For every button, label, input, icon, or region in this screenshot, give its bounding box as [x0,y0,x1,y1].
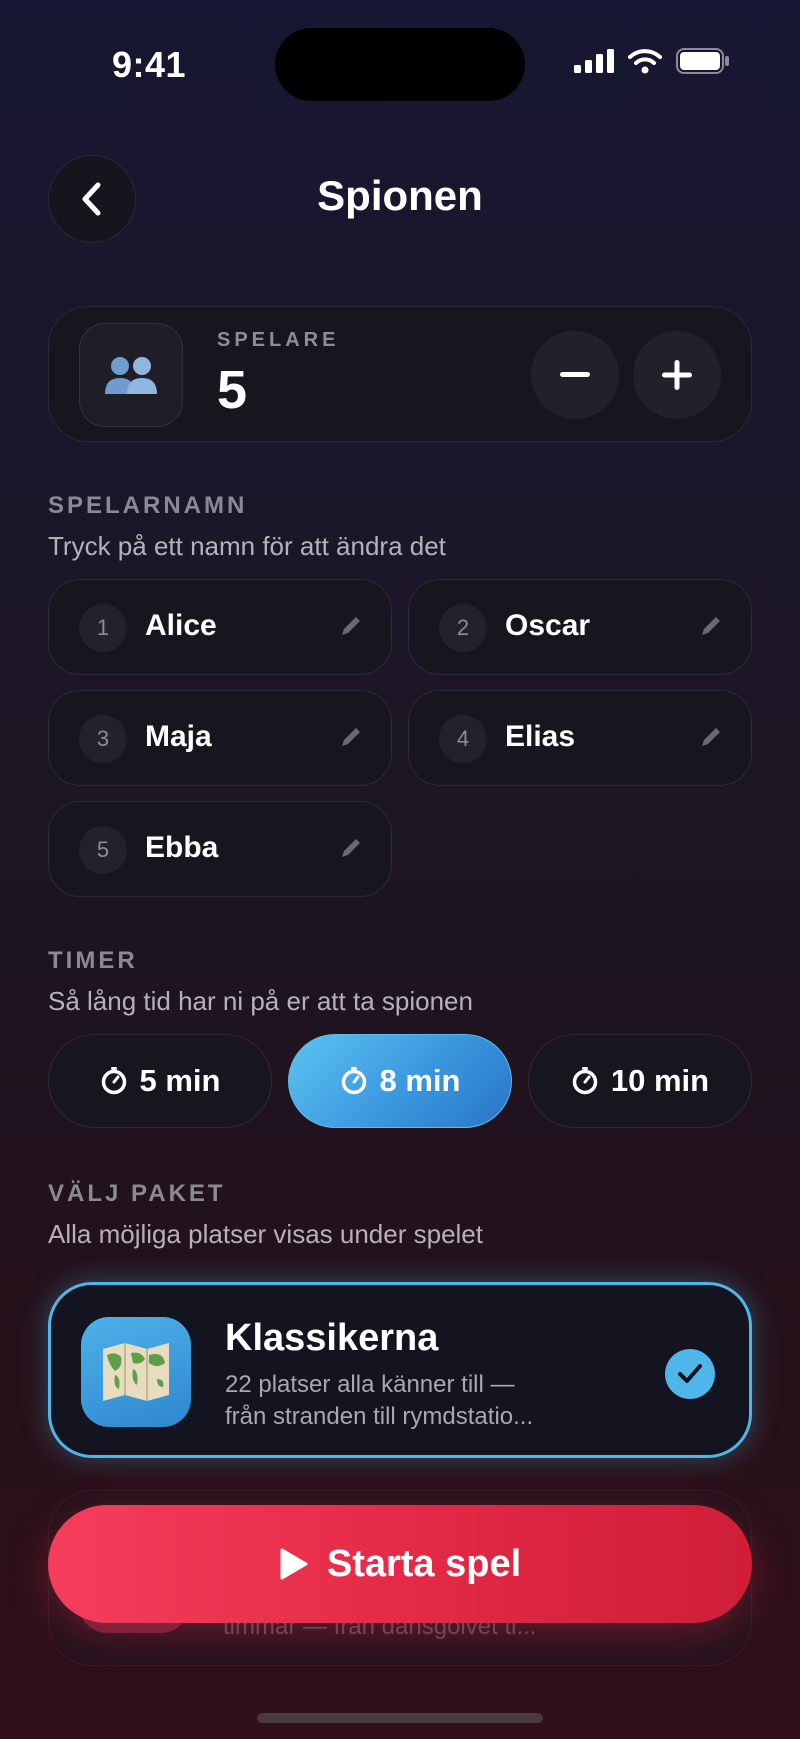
timer-icon [572,1067,598,1095]
pack-icon-box [81,1317,191,1427]
player-chip-2[interactable]: 2 Oscar [408,579,752,675]
start-game-button[interactable]: Starta spel [48,1505,752,1623]
timer-option-10[interactable]: 10 min [528,1034,752,1128]
decrease-players-button[interactable] [531,331,619,419]
start-game-label: Starta spel [326,1542,522,1585]
player-number: 2 [439,604,487,652]
timer-option-label: 5 min [139,1063,221,1098]
player-number: 3 [79,715,127,763]
selected-check-icon [665,1349,715,1399]
packs-subtitle: Alla möjliga platser visas under spelet [48,1219,483,1249]
timer-option-label: 8 min [379,1063,461,1098]
people-icon [105,357,157,394]
timer-option-5[interactable]: 5 min [48,1034,272,1128]
play-icon [280,1548,308,1580]
timer-option-8[interactable]: 8 min [288,1034,512,1128]
battery-icon [676,48,729,74]
page-title: Spionen [317,172,483,219]
player-name: Oscar [505,609,591,642]
increase-players-button[interactable] [633,331,721,419]
pack-description-line-2: från stranden till rymdstatio... [225,1403,534,1430]
player-chip-5[interactable]: 5 Ebba [48,801,392,897]
players-icon-box [79,323,183,427]
home-indicator[interactable] [257,1713,543,1723]
pack-description: 22 platser alla känner till — från stran… [225,1369,605,1433]
timer-label: TIMER [48,947,138,974]
status-time: 9:41 [112,44,187,85]
timer-icon [341,1067,366,1095]
player-number: 1 [79,604,127,652]
players-label: SPELARE [217,329,340,351]
player-chip-3[interactable]: 3 Maja [48,690,392,786]
dynamic-island [275,28,525,101]
pencil-icon [342,617,360,635]
minus-icon [560,372,590,377]
status-bar: 9:41 [0,0,800,130]
world-map-icon [103,1343,169,1401]
player-name: Maja [145,720,212,753]
player-chip-1[interactable]: 1 Alice [48,579,392,675]
player-number: 4 [439,715,487,763]
player-number: 5 [79,826,127,874]
timer-subtitle: Så lång tid har ni på er att ta spionen [48,986,473,1016]
plus-icon [662,360,692,390]
timer-option-label: 10 min [610,1063,710,1098]
player-names-label: SPELARNAMN [48,492,248,519]
pack-description-line-1: 22 platser alla känner till — [225,1371,515,1398]
pack-card-klassikerna[interactable]: Klassikerna 22 platser alla känner till … [48,1282,752,1458]
pencil-icon [702,617,720,635]
pack-title: Klassikerna [225,1317,439,1359]
players-count: 5 [217,360,248,420]
pencil-icon [342,728,360,746]
status-icons [574,48,730,74]
player-names-subtitle: Tryck på ett namn för att ändra det [48,531,446,561]
player-chip-4[interactable]: 4 Elias [408,690,752,786]
wifi-icon [628,49,662,74]
packs-label: VÄLJ PAKET [48,1180,226,1207]
signal-icon [574,49,614,73]
player-name: Ebba [145,831,219,864]
players-card: SPELARE 5 [48,306,752,442]
timer-icon [101,1067,126,1095]
pencil-icon [702,728,720,746]
player-name: Elias [505,720,576,753]
player-name: Alice [145,609,217,642]
pencil-icon [342,839,360,857]
